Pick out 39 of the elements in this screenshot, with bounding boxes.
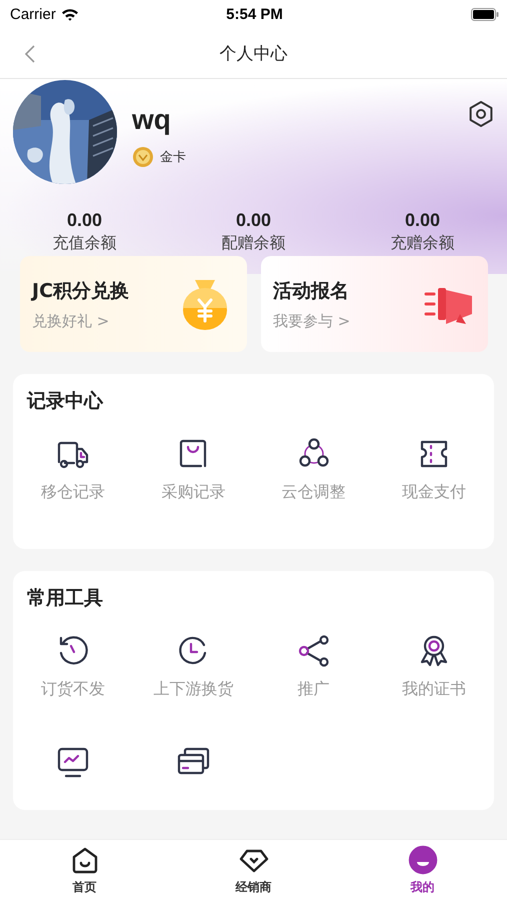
promo-title: JC积分兑换 — [32, 278, 130, 304]
promo-card[interactable]: JC积分兑换 兑换好礼 > — [20, 256, 247, 352]
status-time: 5:54 PM — [226, 6, 283, 22]
tab-item[interactable]: 我的 — [338, 840, 507, 900]
section-title: 常用工具 — [26, 586, 104, 611]
balance-label: 配赠余额 — [222, 233, 286, 254]
tool-item-label[interactable]: 推广 — [298, 679, 330, 700]
back-icon[interactable] — [24, 44, 36, 64]
tab-item[interactable]: 首页 — [0, 840, 169, 900]
promo-link[interactable]: 兑换好礼 > — [32, 312, 130, 330]
page-title: 个人中心 — [220, 42, 288, 64]
member-level: 金卡 — [160, 149, 186, 166]
balance-value: 0.00 — [404, 210, 440, 231]
settings-icon[interactable] — [467, 100, 495, 128]
tool-item-label[interactable]: 我的证书 — [402, 679, 466, 700]
balance-value: 0.00 — [66, 210, 102, 231]
promo-card[interactable]: 活动报名 我要参与 > — [261, 256, 488, 352]
record-item-label[interactable]: 移仓记录 — [41, 482, 106, 503]
tab-label: 经销商 — [236, 878, 272, 896]
section-title: 记录中心 — [26, 389, 104, 414]
balance-label: 充值余额 — [52, 233, 116, 254]
promo-link[interactable]: 我要参与 > — [273, 312, 350, 330]
balance-value: 0.00 — [236, 210, 272, 231]
tab-item[interactable]: 经销商 — [169, 840, 338, 900]
balance-label: 充赠余额 — [390, 233, 454, 254]
record-item-label[interactable]: 现金支付 — [402, 482, 466, 503]
tool-item-label[interactable]: 上下游换货 — [153, 679, 234, 700]
user-name: wq — [132, 104, 172, 136]
wifi-icon — [60, 8, 79, 20]
medal-icon — [132, 146, 154, 168]
tab-label: 我的 — [410, 878, 434, 896]
smile-icon — [408, 844, 438, 874]
tab-label: 首页 — [72, 878, 96, 896]
carrier-label: Carrier — [10, 6, 56, 22]
tool-item-label[interactable]: 订货不发 — [41, 679, 106, 700]
record-item-label[interactable]: 采购记录 — [161, 482, 226, 503]
promo-title: 活动报名 — [273, 278, 350, 304]
battery-icon — [470, 8, 499, 20]
record-item-label[interactable]: 云仓调整 — [282, 482, 346, 503]
